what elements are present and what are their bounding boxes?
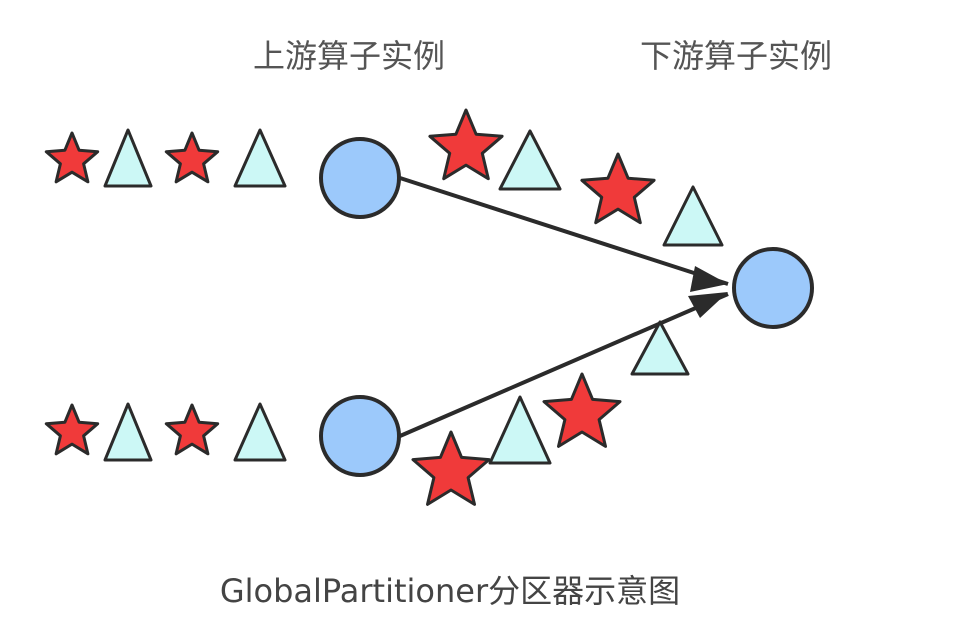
arrowhead-icon: [688, 292, 728, 318]
triangle-icon: [103, 128, 153, 188]
triangle-icon: [103, 402, 153, 462]
star-icon: [164, 131, 220, 184]
star-icon: [44, 131, 100, 184]
diagram-caption: GlobalPartitioner分区器示意图: [219, 572, 681, 610]
star-icon: [164, 403, 220, 456]
upstream-instance-2: [319, 395, 401, 477]
diagram-canvas: [44, 108, 814, 506]
upstream-label: 上游算子实例: [253, 37, 446, 75]
star-icon: [44, 403, 100, 456]
partitioner-diagram: 上游算子实例 下游算子实例 GlobalPartitioner分区器示意图: [0, 0, 976, 629]
star-icon: [428, 108, 504, 181]
triangle-icon: [233, 128, 287, 188]
triangle-icon: [233, 402, 287, 462]
upstream-instance-1: [319, 137, 401, 219]
triangle-icon: [488, 395, 552, 465]
triangle-icon: [662, 185, 724, 247]
triangle-icon: [498, 129, 562, 191]
arrowhead-icon: [690, 266, 728, 292]
downstream-label: 下游算子实例: [640, 37, 833, 75]
star-icon: [411, 430, 491, 506]
downstream-instance: [732, 247, 814, 329]
star-icon: [542, 372, 622, 448]
star-icon: [580, 152, 656, 225]
